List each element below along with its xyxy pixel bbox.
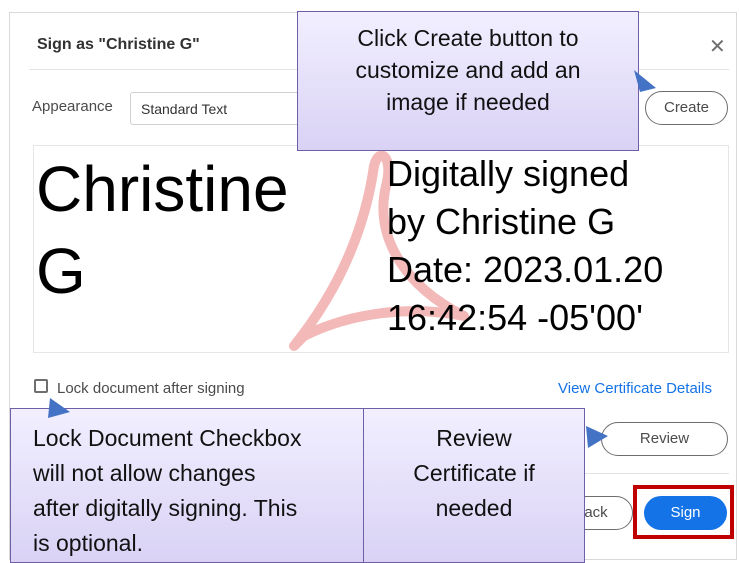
- callout-line: image if needed: [386, 89, 550, 115]
- callout-line: after digitally signing. This: [33, 495, 298, 521]
- create-button[interactable]: Create: [645, 91, 728, 125]
- callout-line: Lock Document Checkbox: [33, 425, 302, 451]
- callout-line: needed: [435, 495, 513, 521]
- close-icon[interactable]: ✕: [709, 37, 726, 57]
- callout-lock: Lock Document Checkbox will not allow ch…: [10, 408, 364, 563]
- signature-detail-line: 16:42:54 -05'00': [387, 297, 643, 338]
- appearance-label: Appearance: [32, 98, 113, 115]
- sign-highlight-box: [633, 485, 734, 539]
- signature-detail-line: Digitally signed: [387, 153, 630, 194]
- lock-document-label: Lock document after signing: [57, 380, 245, 397]
- lock-document-checkbox[interactable]: [34, 379, 48, 393]
- callout-line: will not allow changes: [33, 460, 256, 486]
- dialog-title: Sign as "Christine G": [37, 36, 200, 53]
- callout-review: Review Certificate if needed: [363, 408, 585, 563]
- signature-name: Christine G: [36, 153, 289, 307]
- signature-detail-line: Date: 2023.01.20: [387, 249, 664, 290]
- callout-line: Certificate if: [413, 460, 535, 486]
- callout-line: is optional.: [33, 530, 143, 556]
- view-certificate-link[interactable]: View Certificate Details: [558, 380, 712, 397]
- signature-detail-line: by Christine G: [387, 201, 616, 242]
- arrow-to-review-icon: [586, 426, 608, 448]
- review-button[interactable]: Review: [601, 422, 728, 456]
- callout-line: customize and add an: [355, 57, 581, 83]
- arrow-to-create-icon: [634, 70, 656, 92]
- footer-divider: [585, 473, 729, 474]
- callout-line: Click Create button to: [357, 25, 579, 51]
- callout-line: Review: [436, 425, 512, 451]
- callout-create: Click Create button to customize and add…: [297, 11, 639, 151]
- signature-preview: Christine G Digitally signed by Christin…: [33, 145, 729, 353]
- arrow-to-lock-icon: [48, 398, 70, 418]
